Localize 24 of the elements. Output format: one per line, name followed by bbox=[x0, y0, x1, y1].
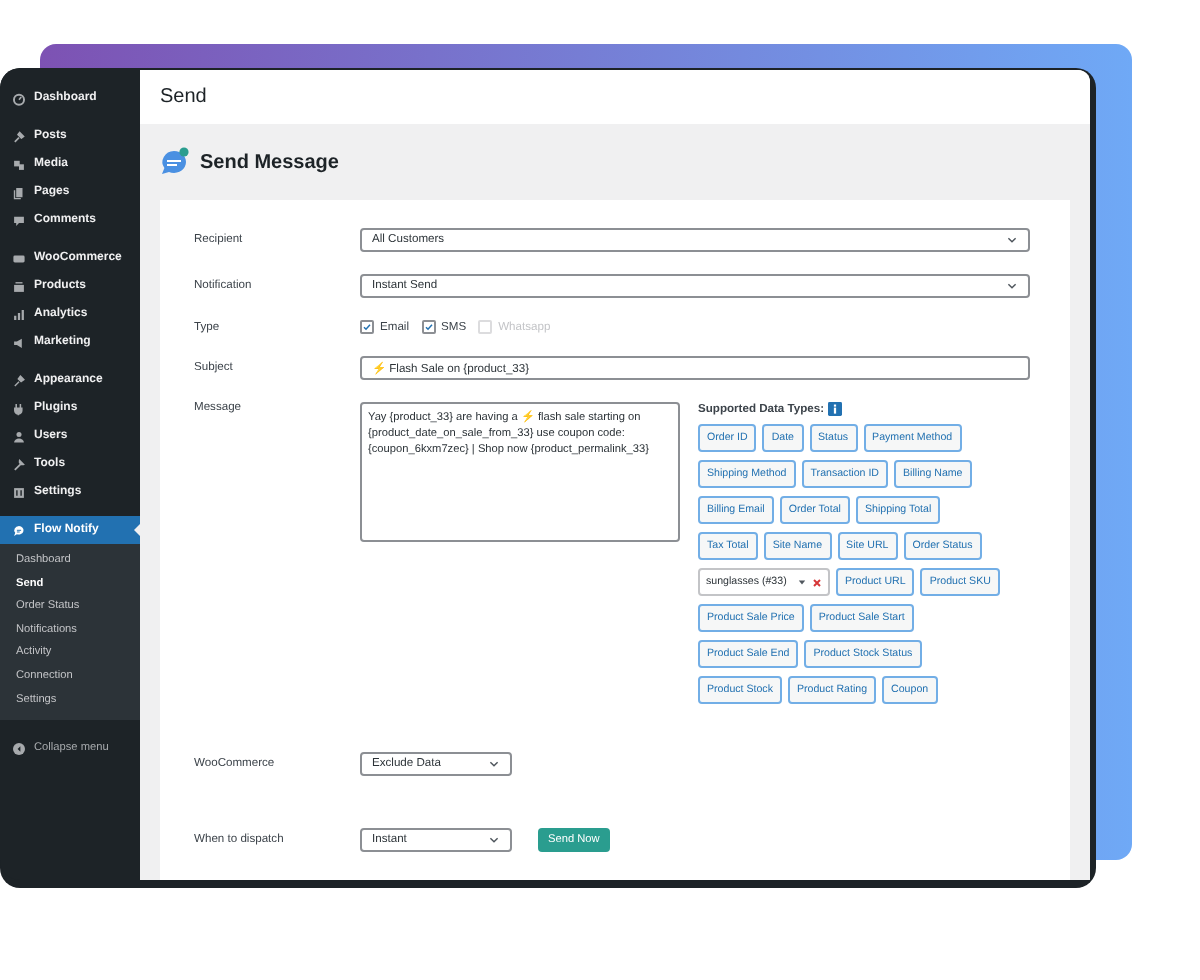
chevron-icon bbox=[1006, 234, 1018, 246]
page-title: Send bbox=[140, 70, 1090, 124]
checkbox[interactable] bbox=[421, 320, 435, 334]
remove-icon[interactable] bbox=[812, 577, 822, 587]
bar-chart-icon bbox=[12, 307, 26, 321]
media-icon bbox=[12, 157, 26, 171]
chevron-icon bbox=[488, 758, 500, 770]
dropdown-arrow-icon bbox=[798, 578, 806, 586]
page-heading: Send Message bbox=[200, 151, 339, 173]
checkbox[interactable] bbox=[360, 320, 374, 334]
pages-icon bbox=[12, 185, 26, 199]
message-icon bbox=[158, 146, 190, 178]
box-icon bbox=[12, 279, 26, 293]
chevron-icon bbox=[1006, 280, 1018, 292]
collapse-icon bbox=[12, 741, 26, 756]
comment-icon bbox=[12, 213, 26, 227]
chevron-icon bbox=[488, 834, 500, 846]
plug-icon bbox=[12, 401, 26, 415]
user-icon bbox=[12, 429, 26, 443]
dashboard-icon bbox=[12, 91, 26, 105]
wrench-icon bbox=[12, 457, 26, 471]
info-icon[interactable] bbox=[828, 402, 843, 416]
chat-bubble-icon bbox=[12, 523, 26, 537]
megaphone-icon bbox=[12, 335, 26, 349]
